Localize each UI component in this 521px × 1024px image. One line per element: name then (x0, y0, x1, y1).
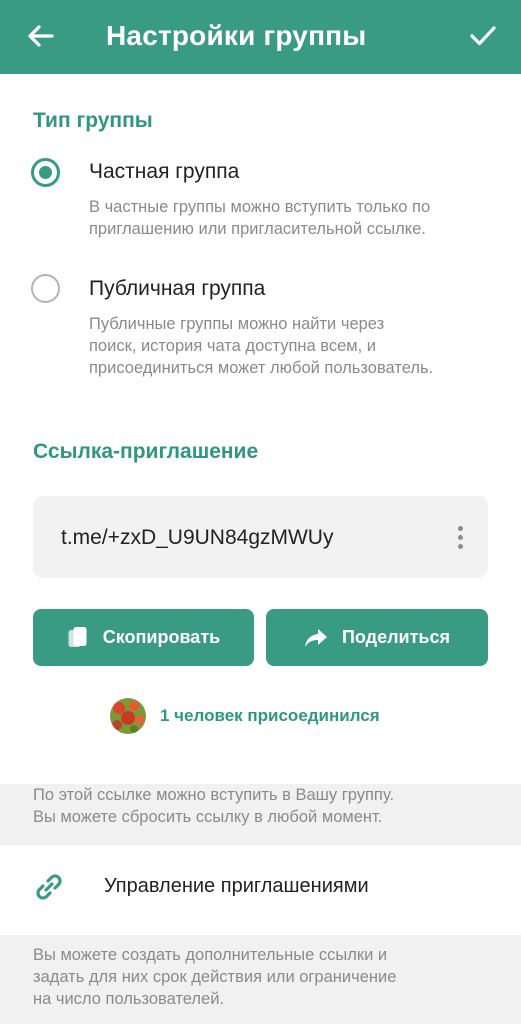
copy-link-button[interactable]: Скопировать (33, 609, 254, 666)
back-button[interactable] (20, 18, 60, 54)
public-desc-line-3: присоединиться может любой пользователь. (89, 359, 434, 377)
joined-members-row[interactable]: 1 человек присоединился (110, 698, 380, 734)
manage-invites-label[interactable]: Управление приглашениями (104, 875, 369, 898)
public-desc-line-2: поиск, история чата доступна всем, и (89, 337, 377, 355)
public-group-label[interactable]: Публичная группа (89, 277, 265, 301)
share-arrow-icon (304, 628, 327, 647)
public-group-radio[interactable] (31, 274, 60, 303)
invite-note-line-1: По этой ссылке можно вступить в Вашу гру… (33, 786, 395, 804)
app-header: Настройки группы (0, 0, 521, 74)
private-group-radio[interactable] (31, 158, 60, 187)
checkmark-icon (470, 26, 496, 46)
group-type-title: Тип группы (33, 109, 153, 132)
private-group-description: В частные группы можно вступить только п… (89, 196, 509, 240)
invite-link-title: Ссылка-приглашение (33, 440, 259, 463)
private-group-label[interactable]: Частная группа (89, 160, 239, 184)
manage-note-line-3: на число пользователей. (33, 990, 225, 1008)
public-desc-line-1: Публичные группы можно найти через (89, 315, 385, 333)
invite-link-field[interactable]: t.me/+zxD_U9UN84gzMWUy (33, 496, 488, 578)
invite-note-line-2: Вы можете сбросить ссылку в любой момент… (33, 808, 383, 826)
copy-button-label: Скопировать (102, 627, 221, 647)
private-desc-line-1: В частные группы можно вступить только п… (89, 198, 431, 216)
invite-link-text[interactable]: t.me/+zxD_U9UN84gzMWUy (61, 526, 333, 550)
copy-icon (68, 626, 87, 647)
private-desc-line-2: приглашению или пригласительной ссылке. (89, 220, 426, 238)
manage-note-line-2: задать для них срок действия или огранич… (33, 968, 397, 986)
public-group-description: Публичные группы можно найти через поиск… (89, 313, 509, 379)
avatar (110, 698, 146, 734)
share-button-label: Поделиться (341, 627, 451, 647)
joined-count-text: 1 человек присоединился (160, 706, 380, 725)
arrow-left-icon (28, 25, 54, 47)
page-title: Настройки группы (106, 20, 367, 51)
share-link-button[interactable]: Поделиться (266, 609, 488, 666)
invite-link-note: По этой ссылке можно вступить в Вашу гру… (33, 784, 503, 828)
manage-invites-note: Вы можете создать дополнительные ссылки … (33, 944, 503, 1010)
manage-note-line-1: Вы можете создать дополнительные ссылки … (33, 946, 388, 964)
settings-panel (0, 74, 521, 784)
done-button[interactable] (463, 18, 503, 54)
link-icon (36, 874, 62, 900)
more-vertical-icon[interactable] (450, 520, 470, 554)
